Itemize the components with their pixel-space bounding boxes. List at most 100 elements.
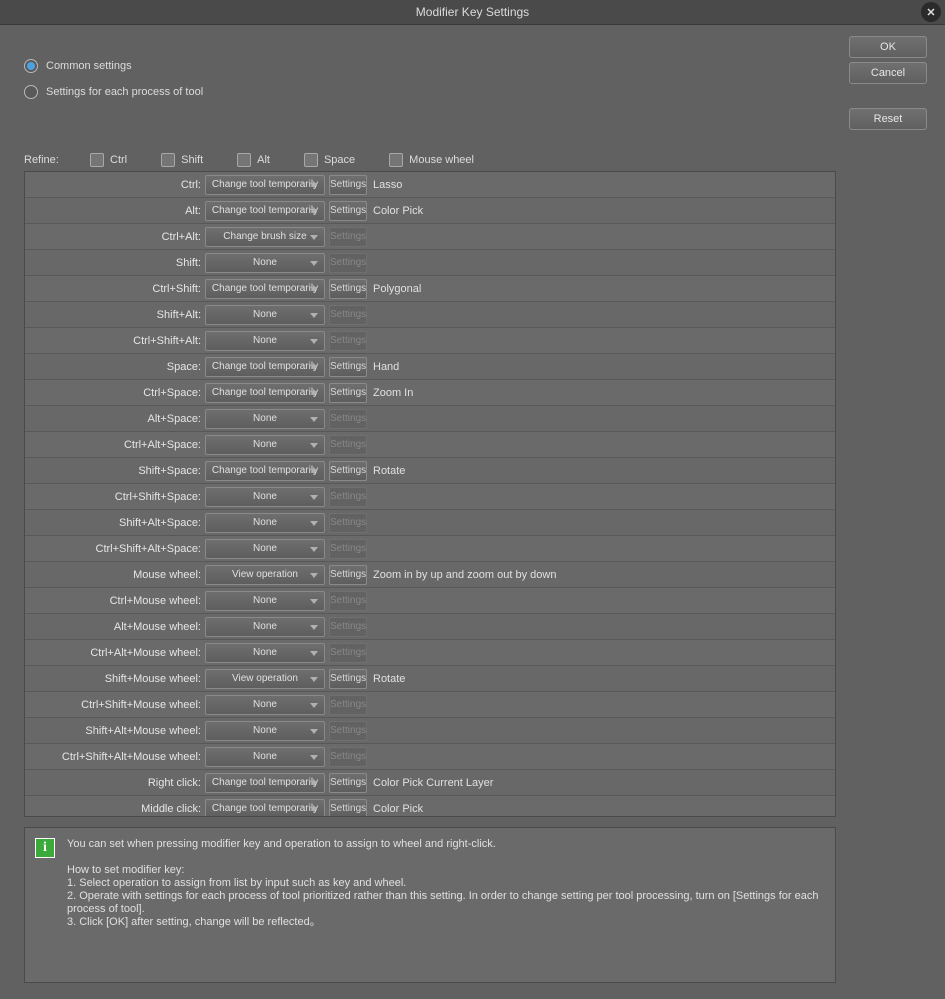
key-label: Middle click:	[25, 803, 205, 815]
key-label: Shift+Alt:	[25, 309, 205, 321]
dialog-title: Modifier Key Settings	[416, 5, 529, 19]
modifier-row: Space:Change tool temporarilySettingsHan…	[25, 354, 835, 380]
refine-shift-checkbox[interactable]	[161, 153, 175, 167]
close-icon[interactable]: ✕	[921, 2, 941, 22]
operation-select[interactable]: None	[205, 253, 325, 273]
radio-per-tool-settings[interactable]	[24, 85, 38, 99]
operation-select[interactable]: None	[205, 643, 325, 663]
refine-label: Refine:	[24, 154, 90, 166]
settings-button[interactable]: Settings	[329, 383, 367, 403]
modifier-row: Ctrl+Mouse wheel:NoneSettings	[25, 588, 835, 614]
operation-select[interactable]: None	[205, 747, 325, 767]
modifier-row: Ctrl+Shift+Alt+Space:NoneSettings	[25, 536, 835, 562]
settings-button: Settings	[329, 695, 367, 715]
operation-select[interactable]: None	[205, 617, 325, 637]
row-description: Color Pick	[371, 803, 423, 815]
modifier-row: Ctrl+Shift+Mouse wheel:NoneSettings	[25, 692, 835, 718]
settings-button[interactable]: Settings	[329, 669, 367, 689]
operation-select[interactable]: None	[205, 487, 325, 507]
key-label: Ctrl+Shift:	[25, 283, 205, 295]
operation-select[interactable]: Change tool temporarily	[205, 461, 325, 481]
operation-select[interactable]: Change tool temporarily	[205, 357, 325, 377]
settings-button: Settings	[329, 513, 367, 533]
operation-select[interactable]: None	[205, 513, 325, 533]
settings-button[interactable]: Settings	[329, 175, 367, 195]
operation-select[interactable]: Change tool temporarily	[205, 383, 325, 403]
key-label: Right click:	[25, 777, 205, 789]
operation-select[interactable]: Change tool temporarily	[205, 201, 325, 221]
settings-button: Settings	[329, 331, 367, 351]
key-label: Ctrl+Shift+Alt:	[25, 335, 205, 347]
info-icon: i	[35, 838, 55, 858]
modifier-table[interactable]: Ctrl:Change tool temporarilySettingsLass…	[24, 171, 836, 817]
settings-button[interactable]: Settings	[329, 773, 367, 793]
operation-select[interactable]: None	[205, 409, 325, 429]
key-label: Ctrl+Shift+Space:	[25, 491, 205, 503]
modifier-row: Ctrl+Shift:Change tool temporarilySettin…	[25, 276, 835, 302]
refine-shift-label: Shift	[181, 154, 203, 166]
operation-select[interactable]: None	[205, 695, 325, 715]
radio-common-settings[interactable]	[24, 59, 38, 73]
modifier-row: Shift:NoneSettings	[25, 250, 835, 276]
settings-button[interactable]: Settings	[329, 799, 367, 818]
refine-wheel-checkbox[interactable]	[389, 153, 403, 167]
key-label: Ctrl+Alt:	[25, 231, 205, 243]
modifier-row: Mouse wheel:View operationSettingsZoom i…	[25, 562, 835, 588]
row-description: Rotate	[371, 673, 405, 685]
key-label: Ctrl+Shift+Mouse wheel:	[25, 699, 205, 711]
key-label: Shift+Alt+Space:	[25, 517, 205, 529]
modifier-row: Ctrl+Shift+Alt:NoneSettings	[25, 328, 835, 354]
operation-select[interactable]: Change tool temporarily	[205, 773, 325, 793]
operation-select[interactable]: Change tool temporarily	[205, 799, 325, 818]
operation-select[interactable]: View operation	[205, 669, 325, 689]
modifier-row: Ctrl+Shift+Space:NoneSettings	[25, 484, 835, 510]
settings-button: Settings	[329, 305, 367, 325]
modifier-row: Shift+Alt+Mouse wheel:NoneSettings	[25, 718, 835, 744]
settings-button[interactable]: Settings	[329, 357, 367, 377]
operation-select[interactable]: Change tool temporarily	[205, 279, 325, 299]
row-description: Polygonal	[371, 283, 421, 295]
key-label: Ctrl+Alt+Mouse wheel:	[25, 647, 205, 659]
modifier-row: Alt+Space:NoneSettings	[25, 406, 835, 432]
row-description: Color Pick Current Layer	[371, 777, 493, 789]
modifier-row: Ctrl+Alt:Change brush sizeSettings	[25, 224, 835, 250]
operation-select[interactable]: None	[205, 591, 325, 611]
info-text: You can set when pressing modifier key a…	[67, 838, 825, 972]
operation-select[interactable]: None	[205, 539, 325, 559]
settings-button: Settings	[329, 747, 367, 767]
refine-ctrl-checkbox[interactable]	[90, 153, 104, 167]
refine-alt-checkbox[interactable]	[237, 153, 251, 167]
settings-button: Settings	[329, 591, 367, 611]
operation-select[interactable]: Change brush size	[205, 227, 325, 247]
modifier-row: Ctrl+Alt+Space:NoneSettings	[25, 432, 835, 458]
modifier-row: Alt:Change tool temporarilySettingsColor…	[25, 198, 835, 224]
operation-select[interactable]: None	[205, 435, 325, 455]
key-label: Ctrl+Mouse wheel:	[25, 595, 205, 607]
radio-common-label: Common settings	[46, 60, 132, 72]
settings-button[interactable]: Settings	[329, 201, 367, 221]
settings-button[interactable]: Settings	[329, 279, 367, 299]
key-label: Alt+Space:	[25, 413, 205, 425]
settings-button[interactable]: Settings	[329, 461, 367, 481]
row-description: Color Pick	[371, 205, 423, 217]
operation-select[interactable]: None	[205, 721, 325, 741]
modifier-row: Middle click:Change tool temporarilySett…	[25, 796, 835, 817]
modifier-row: Alt+Mouse wheel:NoneSettings	[25, 614, 835, 640]
operation-select[interactable]: Change tool temporarily	[205, 175, 325, 195]
radio-per-tool-label: Settings for each process of tool	[46, 86, 203, 98]
settings-button: Settings	[329, 721, 367, 741]
refine-space-checkbox[interactable]	[304, 153, 318, 167]
settings-button: Settings	[329, 643, 367, 663]
titlebar: Modifier Key Settings ✕	[0, 0, 945, 25]
operation-select[interactable]: View operation	[205, 565, 325, 585]
row-description: Rotate	[371, 465, 405, 477]
operation-select[interactable]: None	[205, 305, 325, 325]
modifier-row: Shift+Alt+Space:NoneSettings	[25, 510, 835, 536]
settings-button[interactable]: Settings	[329, 565, 367, 585]
row-description: Lasso	[371, 179, 402, 191]
operation-select[interactable]: None	[205, 331, 325, 351]
modifier-row: Ctrl:Change tool temporarilySettingsLass…	[25, 172, 835, 198]
refine-alt-label: Alt	[257, 154, 270, 166]
modifier-key-settings-dialog: Modifier Key Settings ✕ OK Cancel Reset …	[0, 0, 945, 999]
row-description: Zoom in by up and zoom out by down	[371, 569, 556, 581]
